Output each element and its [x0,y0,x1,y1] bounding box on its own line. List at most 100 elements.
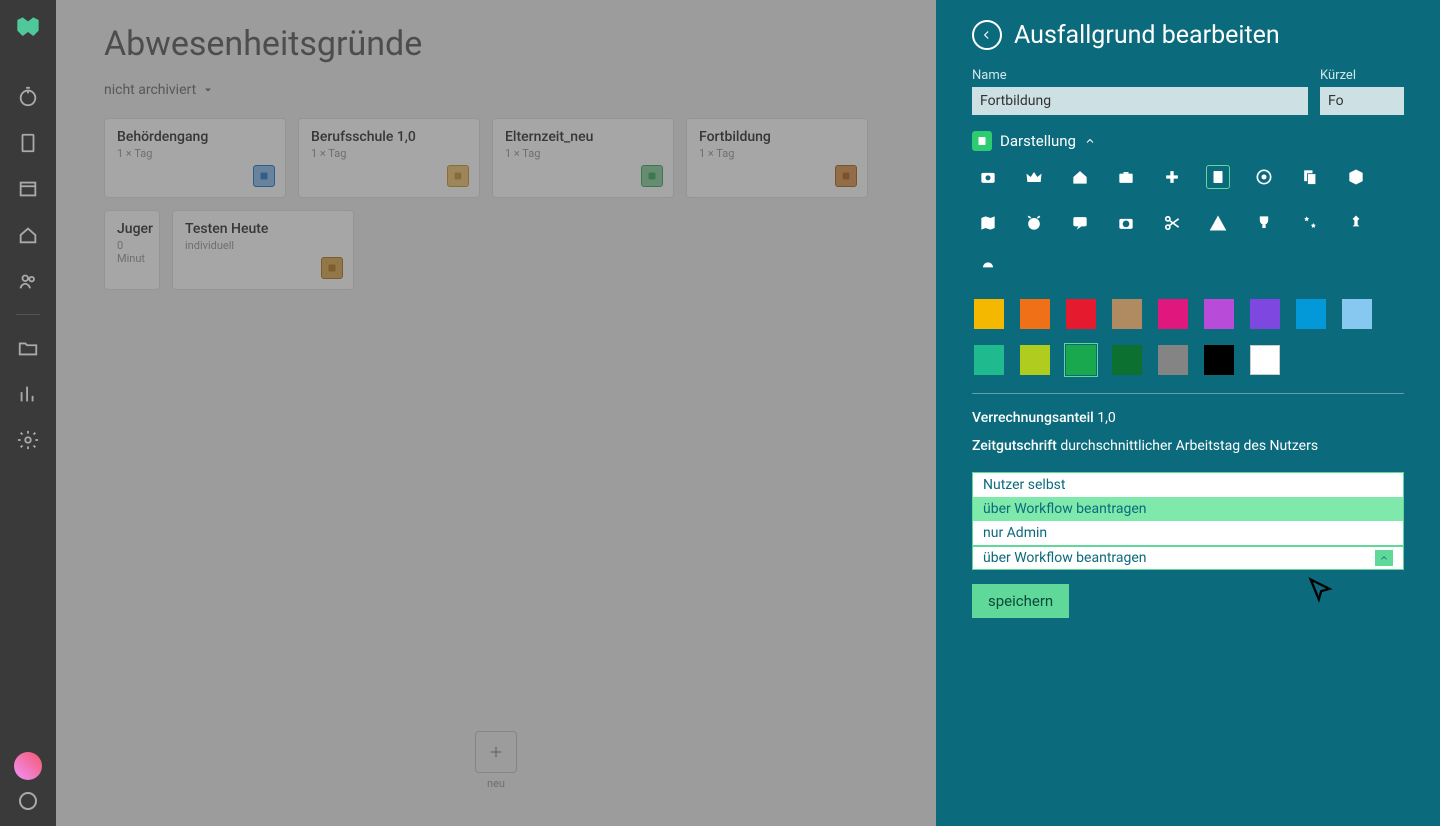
chat-icon[interactable] [1068,211,1092,235]
display-label: Darstellung [1000,132,1076,150]
stars-icon[interactable] [1298,211,1322,235]
color-swatch[interactable] [1020,345,1050,375]
left-sidebar [0,0,56,826]
nav-timer-icon[interactable] [17,86,39,108]
color-swatch[interactable] [1066,299,1096,329]
save-button[interactable]: speichern [972,584,1069,618]
card-subtitle: 1 × Tag [311,147,467,160]
verrechnungsanteil-row[interactable]: Verrechnungsanteil 1,0 [972,410,1404,426]
dropdown-option[interactable]: über Workflow beantragen [973,497,1403,521]
zeitgutschrift-row[interactable]: Zeitgutschrift durchschnittlicher Arbeit… [972,438,1404,454]
new-button[interactable] [475,731,517,773]
icon-selector [972,165,1404,281]
photo-icon[interactable] [1114,211,1138,235]
nav-gear-icon[interactable] [17,429,39,451]
nav-home-icon[interactable] [17,224,39,246]
card-subtitle: 1 × Tag [699,147,855,160]
card-subtitle: 1 × Tag [505,147,661,160]
map-icon[interactable] [976,211,1000,235]
card-badge-icon [447,165,469,187]
card-title: Elternzeit_neu [505,129,661,145]
new-card-container: neu [475,731,517,790]
color-swatch[interactable] [1066,345,1096,375]
display-toggle[interactable]: Darstellung [972,131,1404,151]
scissors-icon[interactable] [1160,211,1184,235]
card-badge-icon [641,165,663,187]
reason-card[interactable]: Fortbildung1 × Tag [686,118,868,198]
card-title: Behördengang [117,129,273,145]
verrech-value: 1,0 [1097,410,1116,426]
color-swatch[interactable] [1158,299,1188,329]
edit-panel: Ausfallgrund bearbeiten Name Kürzel Dars… [936,0,1440,826]
main-content: Abwesenheitsgründe nicht archiviert Behö… [56,0,936,826]
box-icon[interactable] [1344,165,1368,189]
filter-dropdown[interactable]: nicht archiviert [104,82,888,98]
nav-chart-icon[interactable] [17,383,39,405]
reload-icon[interactable] [19,792,37,810]
name-input[interactable] [972,87,1308,115]
app-logo [12,12,44,44]
color-swatch[interactable] [974,299,1004,329]
color-selector [972,299,1404,375]
nav-users-icon[interactable] [17,270,39,292]
dropdown-current[interactable]: über Workflow beantragen [972,546,1404,570]
book-select-icon[interactable] [1206,165,1230,189]
card-badge-icon [321,257,343,279]
chevron-up-icon [1375,550,1393,566]
alarm-icon[interactable] [1022,211,1046,235]
reason-card[interactable]: Juger 0 Minut [104,210,160,290]
nav-window-icon[interactable] [17,178,39,200]
color-swatch[interactable] [1112,345,1142,375]
card-title: Juger [117,221,147,237]
home-icon[interactable] [1068,165,1092,189]
target-icon[interactable] [1252,165,1276,189]
dropdown-current-label: über Workflow beantragen [983,550,1147,566]
color-swatch[interactable] [1204,345,1234,375]
nav-folder-icon[interactable] [17,337,39,359]
back-button[interactable] [972,20,1002,50]
color-swatch[interactable] [1250,345,1280,375]
dropdown-option[interactable]: nur Admin [973,521,1403,545]
page-title: Abwesenheitsgründe [104,24,888,64]
color-swatch[interactable] [1158,345,1188,375]
dropdown-options-list: Nutzer selbstüber Workflow beantragennur… [972,472,1404,546]
card-title: Testen Heute [185,221,341,237]
beach-icon[interactable] [976,257,1000,281]
reason-card[interactable]: Behördengang 1 × Tag [104,118,286,198]
card-badge-icon [253,165,275,187]
camera-icon[interactable] [976,165,1000,189]
card-subtitle: 0 Minut [117,239,147,265]
card-subtitle: individuell [185,239,341,252]
documents-icon[interactable] [1298,165,1322,189]
color-swatch[interactable] [1296,299,1326,329]
warning-icon[interactable] [1206,211,1230,235]
panel-title: Ausfallgrund bearbeiten [1014,21,1280,50]
chevron-down-icon [202,84,214,96]
briefcase-icon[interactable] [1114,165,1138,189]
nav-document-icon[interactable] [17,132,39,154]
plus-icon[interactable] [1160,165,1184,189]
reason-card[interactable]: Testen Heute individuell [172,210,354,290]
kurzel-input[interactable] [1320,87,1404,115]
dropdown-option[interactable]: Nutzer selbst [973,473,1403,497]
kurzel-label: Kürzel [1320,68,1404,83]
color-swatch[interactable] [1250,299,1280,329]
crown-icon[interactable] [1022,165,1046,189]
verrech-label: Verrechnungsanteil [972,410,1094,426]
color-swatch[interactable] [1342,299,1372,329]
card-subtitle: 1 × Tag [117,147,273,160]
book-icon [972,131,992,151]
reason-card[interactable]: Elternzeit_neu 1 × Tag [492,118,674,198]
name-label: Name [972,68,1308,83]
filter-label: nicht archiviert [104,82,196,98]
user-avatar[interactable] [14,752,42,780]
color-swatch[interactable] [1112,299,1142,329]
pin-icon[interactable] [1344,211,1368,235]
color-swatch[interactable] [974,345,1004,375]
color-swatch[interactable] [1020,299,1050,329]
trophy-icon[interactable] [1252,211,1276,235]
color-swatch[interactable] [1204,299,1234,329]
panel-divider [972,393,1404,394]
reason-card[interactable]: Berufsschule 1,01 × Tag [298,118,480,198]
cards-grid: Behördengang1 × TagBerufsschule 1,01 × T… [104,118,888,290]
